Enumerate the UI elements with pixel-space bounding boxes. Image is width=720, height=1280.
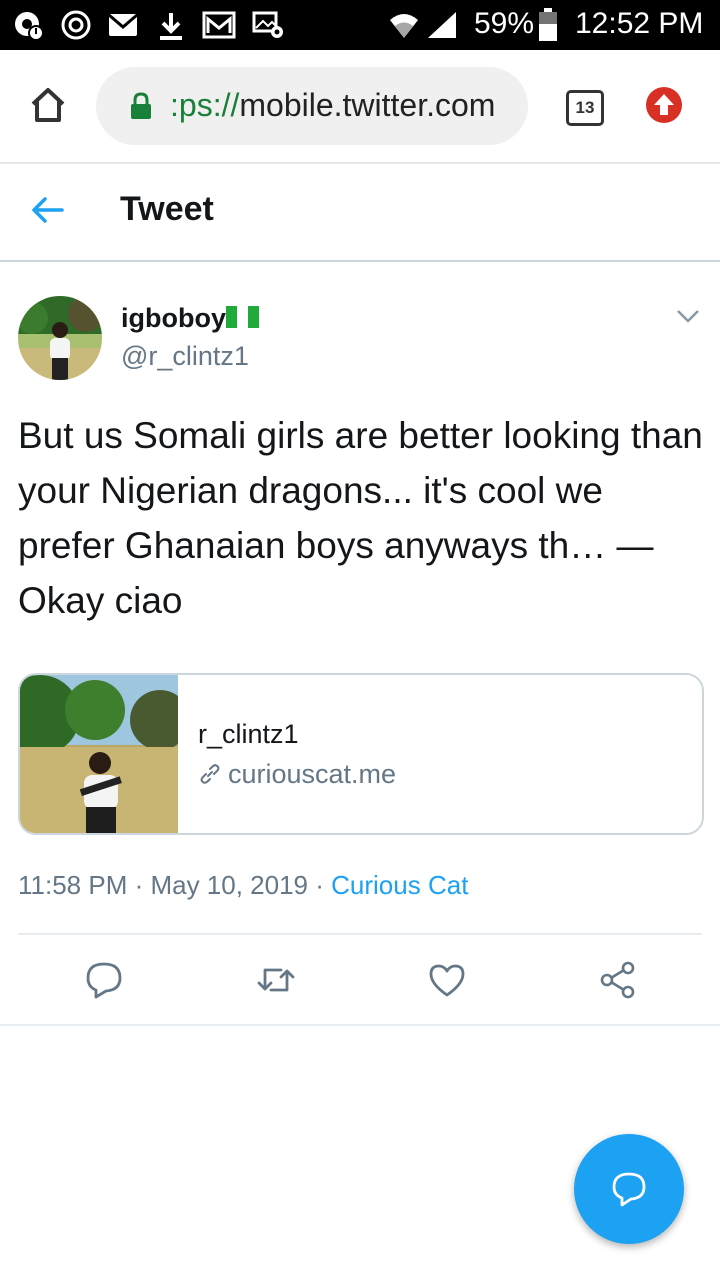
share-icon[interactable]	[598, 960, 638, 1000]
divider	[18, 933, 702, 935]
tab-count: 13	[575, 98, 595, 117]
tweet-text: But us Somali girls are better looking t…	[18, 415, 703, 621]
browser-toolbar: :ps://mobile.twitter.com 13	[0, 50, 720, 164]
update-icon[interactable]	[645, 86, 683, 124]
status-bar: 59% 12:52 PM	[0, 0, 720, 50]
url-text: :ps://mobile.twitter.com	[170, 87, 495, 124]
like-icon[interactable]	[427, 960, 467, 1000]
card-title: r_clintz1	[198, 719, 299, 749]
reply-icon[interactable]	[84, 960, 124, 1000]
card-link-text: curiouscat.me	[228, 759, 397, 789]
tweet-date: May 10, 2019	[150, 870, 309, 900]
card-link: curiouscat.me	[198, 759, 396, 790]
retweet-icon[interactable]	[256, 960, 296, 1000]
link-icon	[200, 764, 220, 784]
meta-separator: ·	[308, 870, 332, 900]
url-host: mobile.twitter.com	[239, 87, 496, 123]
sync-icon	[61, 10, 91, 40]
tweet-meta: 11:58 PM · May 10, 2019 · Curious Cat	[18, 870, 468, 901]
tweet-time: 11:58 PM	[18, 870, 128, 900]
compose-button[interactable]	[574, 1134, 684, 1244]
url-scheme: :ps://	[170, 87, 240, 123]
chrome-notification-icon	[15, 12, 44, 41]
divider	[0, 1024, 720, 1026]
link-card[interactable]: r_clintz1 curiouscat.me	[18, 673, 704, 835]
signal-icon	[428, 12, 456, 38]
chevron-down-icon[interactable]	[676, 308, 700, 324]
battery-icon	[539, 8, 557, 41]
avatar[interactable]	[18, 296, 102, 380]
nigeria-flag-icon	[226, 306, 259, 328]
meta-separator: ·	[127, 870, 151, 900]
mail-icon	[108, 13, 138, 36]
page-header: Tweet	[0, 164, 720, 262]
tabs-icon[interactable]: 13	[566, 90, 604, 126]
author-name[interactable]: igboboy	[121, 303, 226, 334]
author-handle[interactable]: @r_clintz1	[121, 341, 249, 372]
gmail-icon	[202, 11, 236, 39]
download-icon	[160, 13, 182, 40]
back-arrow-icon[interactable]	[30, 196, 64, 224]
status-time: 12:52 PM	[575, 7, 704, 40]
message-icon	[612, 1172, 646, 1207]
battery-percent: 59%	[474, 7, 535, 40]
page-title: Tweet	[120, 190, 214, 228]
photo-icon	[252, 11, 283, 38]
home-icon[interactable]	[29, 86, 67, 124]
lock-icon	[131, 92, 151, 119]
tweet-source[interactable]: Curious Cat	[331, 870, 468, 900]
wifi-icon	[390, 14, 418, 38]
card-thumbnail	[20, 675, 178, 833]
url-bar[interactable]: :ps://mobile.twitter.com	[96, 67, 528, 145]
